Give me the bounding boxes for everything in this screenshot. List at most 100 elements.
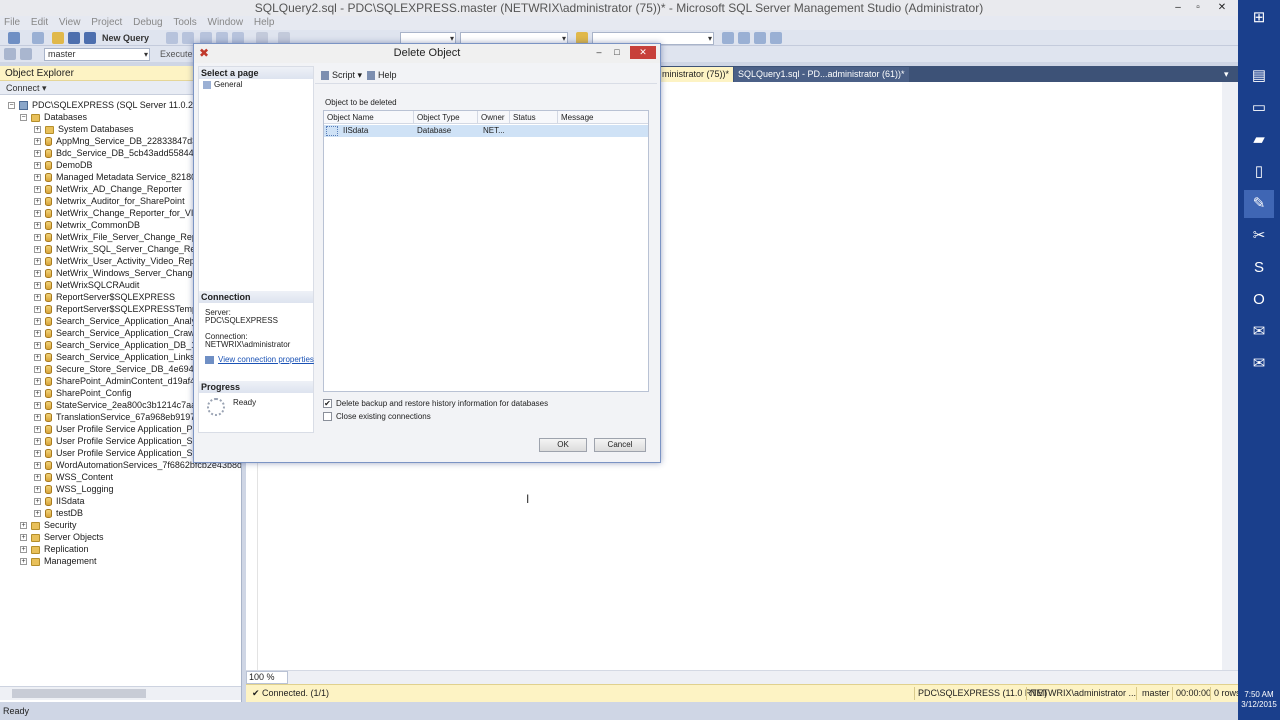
expand-icon[interactable]: +	[20, 522, 27, 530]
solution-explorer-icon[interactable]	[722, 32, 734, 44]
tree-database-item[interactable]: + NetWrixSQLCRAudit	[34, 279, 139, 291]
dialog-minimize-button[interactable]: –	[590, 46, 608, 59]
expand-icon[interactable]: +	[34, 258, 41, 266]
dialog-close-button[interactable]: ✕	[630, 46, 656, 59]
menu-project[interactable]: Project	[87, 16, 126, 30]
expand-icon[interactable]: +	[34, 462, 41, 470]
tree-database-item[interactable]: + User Profile Service Application_Profil	[34, 423, 207, 435]
tree-database-item[interactable]: + Search_Service_Application_CrawlStor	[34, 327, 213, 339]
expand-icon[interactable]: +	[34, 330, 41, 338]
cancel-button[interactable]: Cancel	[594, 438, 646, 452]
tree-system-databases[interactable]: + System Databases	[34, 123, 134, 135]
execute-button[interactable]: Execute	[160, 47, 193, 61]
expand-icon[interactable]: +	[20, 558, 27, 566]
expand-icon[interactable]: +	[34, 438, 41, 446]
tree-database-item[interactable]: + SharePoint_Config	[34, 387, 132, 399]
tree-database-item[interactable]: + User Profile Service Application_SyncD	[34, 447, 213, 459]
expand-icon[interactable]: +	[20, 546, 27, 554]
expand-icon[interactable]: +	[34, 390, 41, 398]
close-button[interactable]: ✕	[1212, 0, 1232, 16]
menu-window[interactable]: Window	[204, 16, 248, 30]
tab-sqlquery1[interactable]: SQLQuery1.sql - PD...administrator (61))…	[734, 67, 909, 82]
menu-file[interactable]: File	[0, 16, 24, 30]
tree-database-item[interactable]: + User Profile Service Application_Social	[34, 435, 211, 447]
tree-database-item[interactable]: + Bdc_Service_DB_5cb43add55844279a5	[34, 147, 219, 159]
folder-icon[interactable]: ▰	[1244, 126, 1274, 154]
expand-icon[interactable]: +	[34, 342, 41, 350]
tree-database-item[interactable]: + WSS_Content	[34, 471, 113, 483]
expand-icon[interactable]: +	[34, 498, 41, 506]
properties-icon[interactable]	[738, 32, 750, 44]
tree-folder-item[interactable]: + Server Objects	[20, 531, 104, 543]
col-status[interactable]: Status	[510, 111, 558, 124]
tree-database-item[interactable]: + ReportServer$SQLEXPRESSTempDB	[34, 303, 210, 315]
expand-icon[interactable]: +	[34, 426, 41, 434]
tree-database-item[interactable]: + Netwrix_CommonDB	[34, 219, 140, 231]
tree-databases-folder[interactable]: − Databases	[20, 111, 87, 123]
dialog-maximize-button[interactable]: □	[608, 46, 626, 59]
expand-icon[interactable]: +	[34, 474, 41, 482]
expand-icon[interactable]: +	[34, 486, 41, 494]
expand-icon[interactable]: +	[34, 150, 41, 158]
view-connection-link[interactable]: View connection properties	[218, 355, 314, 364]
view-connection-properties[interactable]: View connection properties	[205, 355, 314, 364]
zoom-select[interactable]: 100 %	[246, 671, 288, 684]
minimize-button[interactable]: –	[1168, 0, 1188, 16]
expand-icon[interactable]: +	[34, 306, 41, 314]
tree-database-item[interactable]: + Search_Service_Application_Analytics	[34, 315, 210, 327]
tree-folder-item[interactable]: + Replication	[20, 543, 89, 555]
new-query-button[interactable]: New Query	[102, 31, 149, 45]
open-file-icon[interactable]	[52, 32, 64, 44]
db-query-icon[interactable]	[166, 32, 178, 44]
delete-backup-checkbox-row[interactable]: ✔ Delete backup and restore history infor…	[323, 398, 548, 409]
add-item-icon[interactable]	[32, 32, 44, 44]
expand-icon[interactable]: +	[20, 534, 27, 542]
col-object-type[interactable]: Object Type	[414, 111, 478, 124]
clock[interactable]: 7:50 AM 3/12/2015	[1238, 690, 1280, 710]
expand-icon[interactable]: +	[34, 510, 41, 518]
change-connection-icon[interactable]	[20, 48, 32, 60]
expand-icon[interactable]: +	[34, 126, 41, 134]
toolbox-icon[interactable]	[770, 32, 782, 44]
document-icon[interactable]: ▯	[1244, 158, 1274, 186]
vertical-scrollbar[interactable]	[1222, 82, 1238, 670]
object-explorer-icon[interactable]	[754, 32, 766, 44]
expand-icon[interactable]: +	[34, 174, 41, 182]
expand-icon[interactable]: +	[34, 282, 41, 290]
delete-backup-checkbox[interactable]: ✔	[323, 399, 332, 409]
expand-icon[interactable]: +	[34, 366, 41, 374]
tree-folder-item[interactable]: + Security	[20, 519, 77, 531]
expand-icon[interactable]: +	[34, 414, 41, 422]
ssms-icon[interactable]: ✎	[1244, 190, 1274, 218]
tree-database-item[interactable]: + testDB	[34, 507, 83, 519]
expand-icon[interactable]: +	[34, 402, 41, 410]
expand-icon[interactable]: +	[34, 138, 41, 146]
expand-icon[interactable]: +	[34, 210, 41, 218]
expand-icon[interactable]: +	[34, 450, 41, 458]
start-icon[interactable]: ⊞	[1244, 4, 1274, 32]
collapse-icon[interactable]: −	[20, 114, 27, 122]
tree-database-item[interactable]: + DemoDB	[34, 159, 93, 171]
tree-database-item[interactable]: + IISdata	[34, 495, 85, 507]
app-icon-2[interactable]: ✉	[1244, 350, 1274, 378]
expand-icon[interactable]: +	[34, 246, 41, 254]
collapse-icon[interactable]: −	[8, 102, 15, 110]
scrollbar-thumb[interactable]	[12, 689, 146, 698]
tree-database-item[interactable]: + ReportServer$SQLEXPRESS	[34, 291, 175, 303]
close-connections-checkbox-row[interactable]: Close existing connections	[323, 411, 431, 422]
help-button[interactable]: Help	[367, 66, 397, 84]
expand-icon[interactable]: +	[34, 378, 41, 386]
tree-database-item[interactable]: + NetWrix_SQL_Server_Change_Reporter	[34, 243, 219, 255]
expand-icon[interactable]: +	[34, 294, 41, 302]
table-row[interactable]: IISdata Database NET...	[324, 125, 648, 137]
app-icon[interactable]: ✉	[1244, 318, 1274, 346]
tab-sqlquery2[interactable]: ministrator (75))*	[658, 67, 734, 82]
save-icon[interactable]	[68, 32, 80, 44]
expand-icon[interactable]: +	[34, 198, 41, 206]
expand-icon[interactable]: +	[34, 354, 41, 362]
new-project-icon[interactable]	[8, 32, 20, 44]
tree-database-item[interactable]: + Netwrix_Auditor_for_SharePoint	[34, 195, 185, 207]
sharepoint-icon[interactable]: S	[1244, 254, 1274, 282]
tree-database-item[interactable]: + NetWrix_File_Server_Change_Reporter	[34, 231, 215, 243]
col-message[interactable]: Message	[558, 111, 648, 124]
